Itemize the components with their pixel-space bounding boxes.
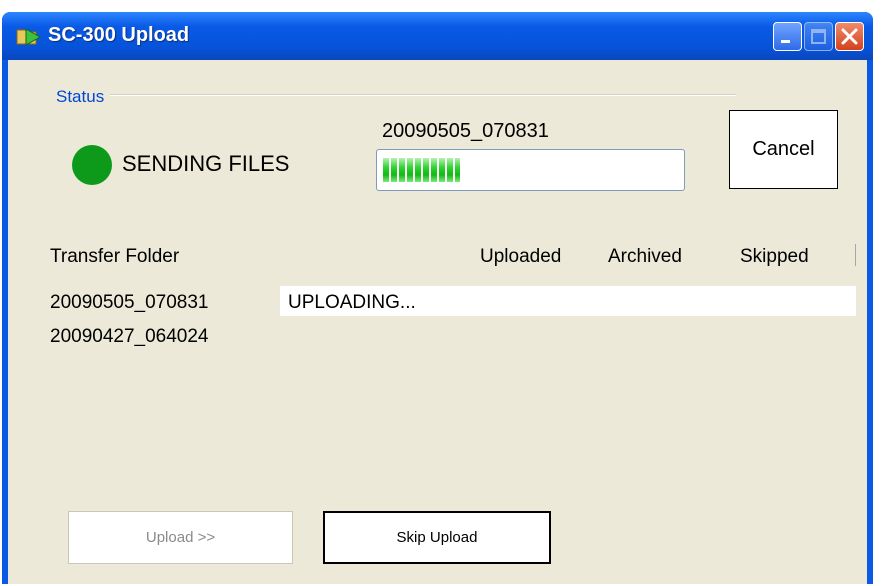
maximize-icon [811,29,826,44]
upload-window: SC-300 Upload Status SENDING FILES 20090… [2,12,873,584]
column-header-uploaded[interactable]: Uploaded [480,246,561,268]
window-title: SC-300 Upload [48,24,190,46]
row-status-text: UPLOADING... [288,292,416,313]
current-folder-label: 20090505_070831 [382,120,549,142]
progress-segment [407,158,413,182]
close-icon [841,28,858,45]
progress-segment [415,158,421,182]
maximize-button[interactable] [804,22,833,51]
column-header-skipped[interactable]: Skipped [740,246,809,268]
progress-segment [439,158,445,182]
column-header-transfer-folder[interactable]: Transfer Folder [50,246,179,268]
progress-segment [399,158,405,182]
folder-arrow-icon [16,28,42,46]
minimize-button[interactable] [773,22,802,51]
table-row[interactable]: 20090427_064024 [46,318,856,352]
row-folder-name: 20090505_070831 [50,292,209,313]
status-indicator-icon [72,145,112,185]
progress-segment [447,158,453,182]
cancel-button[interactable]: Cancel [729,110,838,189]
column-separator [855,244,856,266]
progress-segment [391,158,397,182]
status-state-text: SENDING FILES [122,151,290,176]
progress-segment [423,158,429,182]
title-bar[interactable]: SC-300 Upload [2,12,873,60]
close-button[interactable] [835,22,864,51]
progress-segment [431,158,437,182]
column-header-archived[interactable]: Archived [608,246,682,268]
skip-upload-button[interactable]: Skip Upload [323,511,551,564]
upload-progress-bar [376,149,685,191]
transfer-list[interactable]: Transfer Folder Uploaded Archived Skippe… [46,238,856,478]
progress-fill [383,158,460,182]
minimize-icon [781,40,790,43]
progress-segment [455,158,460,182]
table-row[interactable]: 20090505_070831 UPLOADING... [46,284,856,318]
progress-segment [383,158,389,182]
row-status-cell: UPLOADING... [280,286,856,316]
window-client-area: Status SENDING FILES 20090505_070831 Can… [8,60,867,584]
status-group-label: Status [56,87,111,107]
row-folder-name: 20090427_064024 [50,326,209,347]
status-group-divider [56,94,736,96]
upload-button[interactable]: Upload >> [68,511,293,564]
